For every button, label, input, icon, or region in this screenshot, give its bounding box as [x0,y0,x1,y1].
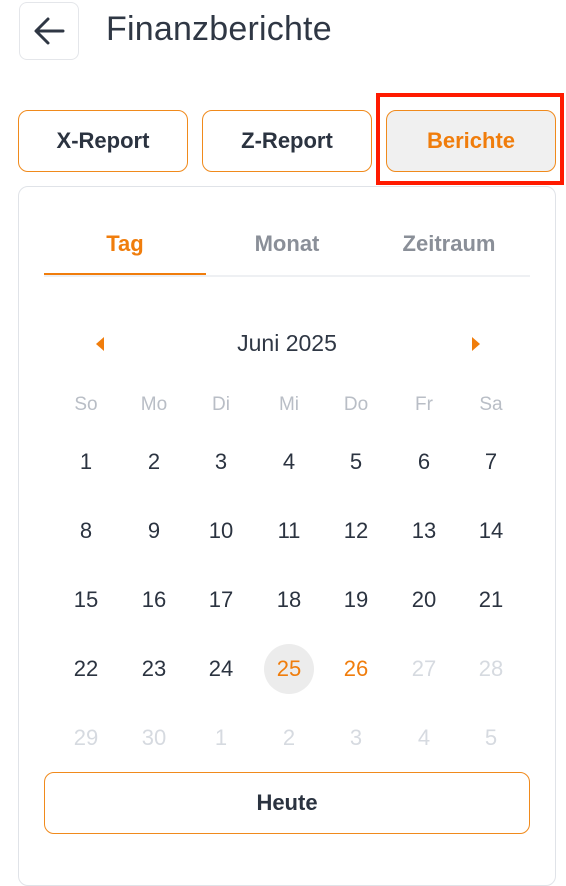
calendar-day: 2 [282,725,296,750]
calendar-day[interactable]: 12 [331,506,381,556]
page-title: Finanzberichte [106,10,332,48]
x-report-button[interactable]: X-Report [18,110,188,172]
calendar-day: 28 [478,656,504,681]
back-button[interactable] [19,2,79,60]
calendar-day[interactable]: 25 [264,644,314,694]
calendar-day[interactable]: 14 [466,506,516,556]
calendar-day[interactable]: 15 [61,575,111,625]
calendar-day[interactable]: 17 [196,575,246,625]
month-navigation: Juni 2025 [44,320,530,368]
app-header: Finanzberichte [0,0,566,70]
calendar-day[interactable]: 21 [466,575,516,625]
tab-monat[interactable]: Monat [206,215,368,273]
tab-tag[interactable]: Tag [44,215,206,273]
weekday-label: So [74,394,98,415]
calendar-day[interactable]: 19 [331,575,381,625]
calendar-day[interactable]: 2 [129,437,179,487]
calendar-day[interactable]: 16 [129,575,179,625]
month-label: Juni 2025 [237,330,337,356]
arrow-left-icon [34,17,65,45]
today-button[interactable]: Heute [44,772,530,834]
calendar-day[interactable]: 24 [196,644,246,694]
calendar-day[interactable]: 9 [129,506,179,556]
calendar-day: 3 [349,725,363,750]
calendar-day[interactable]: 22 [61,644,111,694]
z-report-button[interactable]: Z-Report [202,110,372,172]
calendar-day[interactable]: 4 [264,437,314,487]
calendar-day[interactable]: 3 [196,437,246,487]
caret-right-icon [472,337,480,351]
calendar-day: 4 [417,725,431,750]
calendar-day[interactable]: 11 [264,506,314,556]
calendar-day[interactable]: 13 [399,506,449,556]
calendar-day[interactable]: 10 [196,506,246,556]
weekday-label: Sa [479,394,503,415]
weekday-label: Mo [140,394,168,415]
next-month-button[interactable] [464,332,488,356]
active-tab-indicator [44,273,206,275]
calendar-day: 1 [214,725,228,750]
selection-highlight [376,93,564,185]
calendar-day: 27 [411,656,437,681]
calendar-day[interactable]: 26 [331,644,381,694]
calendar-day: 5 [484,725,498,750]
tab-zeitraum[interactable]: Zeitraum [368,215,530,273]
calendar-day[interactable]: 5 [331,437,381,487]
weekday-label: Fr [415,394,433,415]
calendar-day: 30 [141,725,167,750]
period-tabs: Tag Monat Zeitraum [44,215,530,277]
calendar-day[interactable]: 6 [399,437,449,487]
calendar-day: 29 [73,725,99,750]
calendar-day[interactable]: 20 [399,575,449,625]
calendar-day[interactable]: 8 [61,506,111,556]
weekday-label: Di [212,394,230,415]
weekday-label: Do [343,394,369,415]
calendar-day[interactable]: 1 [61,437,111,487]
calendar-day[interactable]: 7 [466,437,516,487]
calendar-day[interactable]: 18 [264,575,314,625]
weekday-label: Mi [278,394,300,415]
calendar-day[interactable]: 23 [129,644,179,694]
